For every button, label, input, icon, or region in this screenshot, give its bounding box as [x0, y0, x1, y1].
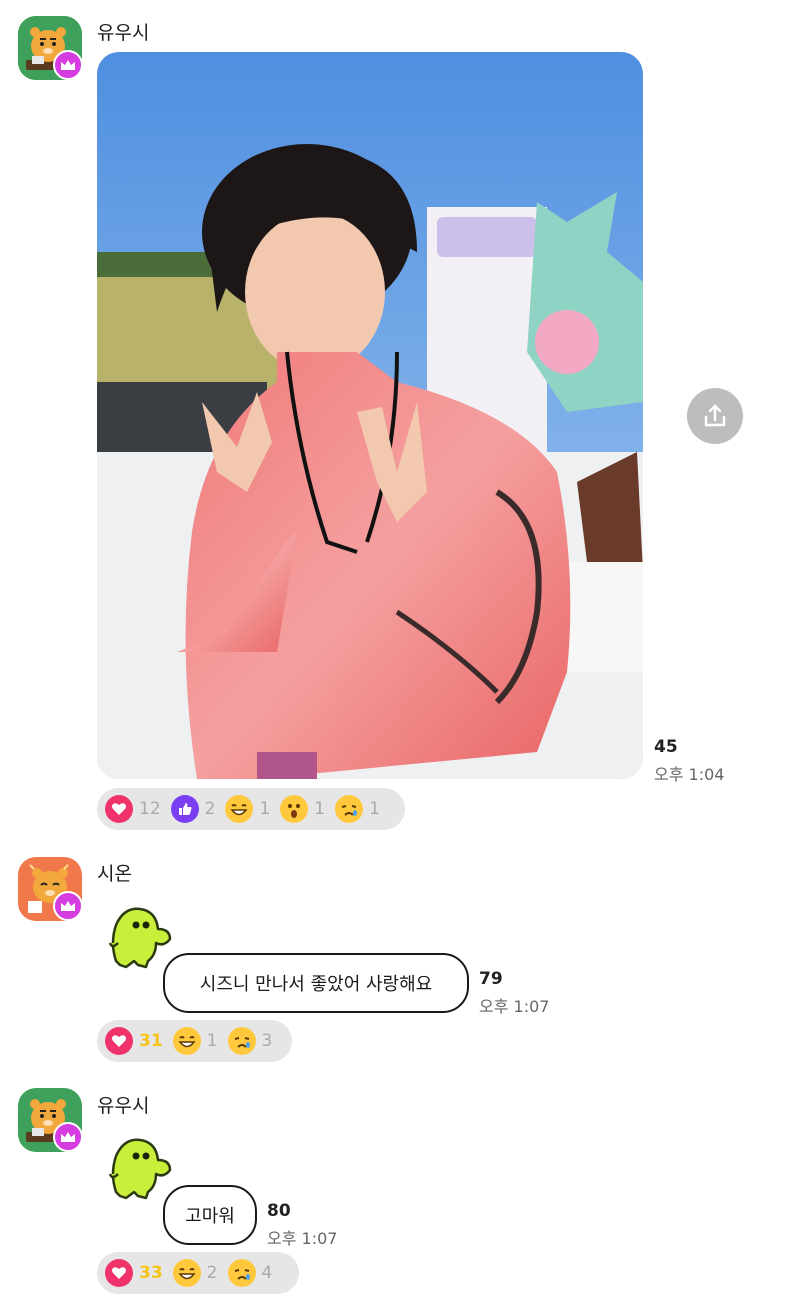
reaction-thumbs-up[interactable]: 2: [170, 795, 216, 823]
grin-emoji-icon: [225, 795, 254, 823]
reaction-count: 1: [259, 799, 271, 819]
grin-emoji-icon: [172, 1027, 201, 1055]
reaction-crying[interactable]: 4: [227, 1259, 273, 1287]
share-icon: [704, 404, 726, 427]
reaction-count: 12: [139, 799, 161, 819]
reaction-count: 33: [139, 1263, 163, 1283]
reaction-count: 3: [261, 1031, 273, 1051]
shared-photo[interactable]: [97, 52, 643, 779]
share-button[interactable]: [687, 388, 743, 444]
surprised-emoji-icon: [280, 795, 309, 823]
reaction-count: 1: [314, 799, 326, 819]
reaction-heart[interactable]: 12: [105, 795, 161, 823]
timestamp: 오후 1:07: [479, 997, 550, 1016]
sender-name: 유우시: [97, 1095, 150, 1117]
thumbs-up-icon: [170, 795, 199, 823]
reaction-bar[interactable]: 31 1 3: [97, 1020, 292, 1062]
reaction-count: 2: [206, 1263, 218, 1283]
reaction-count: 1: [369, 799, 380, 819]
reaction-crying[interactable]: 3: [227, 1027, 273, 1055]
reaction-grin[interactable]: 1: [225, 795, 270, 823]
reaction-bar[interactable]: 33 2 4: [97, 1252, 299, 1294]
message-text: 고마워: [185, 1206, 235, 1227]
crying-emoji-icon: [227, 1027, 256, 1055]
reaction-crying[interactable]: 1: [335, 795, 380, 823]
crown-badge-icon: [53, 50, 83, 80]
green-creature-sticker-icon: [108, 907, 172, 969]
timestamp: 오후 1:07: [267, 1229, 338, 1248]
message-bubble[interactable]: 시즈니 만나서 좋았어 사랑해요: [163, 953, 469, 1013]
heart-icon: [105, 1259, 133, 1287]
crown-badge-icon: [53, 1122, 83, 1152]
sticker-image[interactable]: [104, 903, 174, 973]
reaction-grin[interactable]: 2: [172, 1259, 218, 1287]
crying-emoji-icon: [227, 1259, 256, 1287]
sender-name: 유우시: [97, 22, 150, 44]
reaction-count: 4: [261, 1263, 273, 1283]
heart-icon: [105, 1027, 133, 1055]
read-count: 79: [479, 969, 503, 989]
sticker-image[interactable]: [104, 1134, 174, 1204]
green-creature-sticker-icon: [108, 1138, 172, 1200]
reaction-surprised[interactable]: 1: [280, 795, 325, 823]
reaction-heart[interactable]: 33: [105, 1259, 163, 1287]
message-bubble[interactable]: 고마워: [163, 1185, 257, 1245]
reaction-heart[interactable]: 31: [105, 1027, 163, 1055]
sender-name: 시온: [97, 863, 132, 885]
timestamp: 오후 1:04: [654, 765, 725, 784]
reaction-count: 2: [204, 799, 216, 819]
crying-emoji-icon: [335, 795, 364, 823]
grin-emoji-icon: [172, 1259, 201, 1287]
reaction-grin[interactable]: 1: [172, 1027, 218, 1055]
read-count: 80: [267, 1201, 291, 1221]
message-text: 시즈니 만나서 좋았어 사랑해요: [199, 974, 433, 995]
reaction-bar[interactable]: 12 2 1 1 1: [97, 788, 405, 830]
reaction-count: 1: [206, 1031, 218, 1051]
read-count: 45: [654, 737, 678, 757]
heart-icon: [105, 795, 133, 823]
reaction-count: 31: [139, 1031, 163, 1051]
crown-badge-icon: [53, 891, 83, 921]
